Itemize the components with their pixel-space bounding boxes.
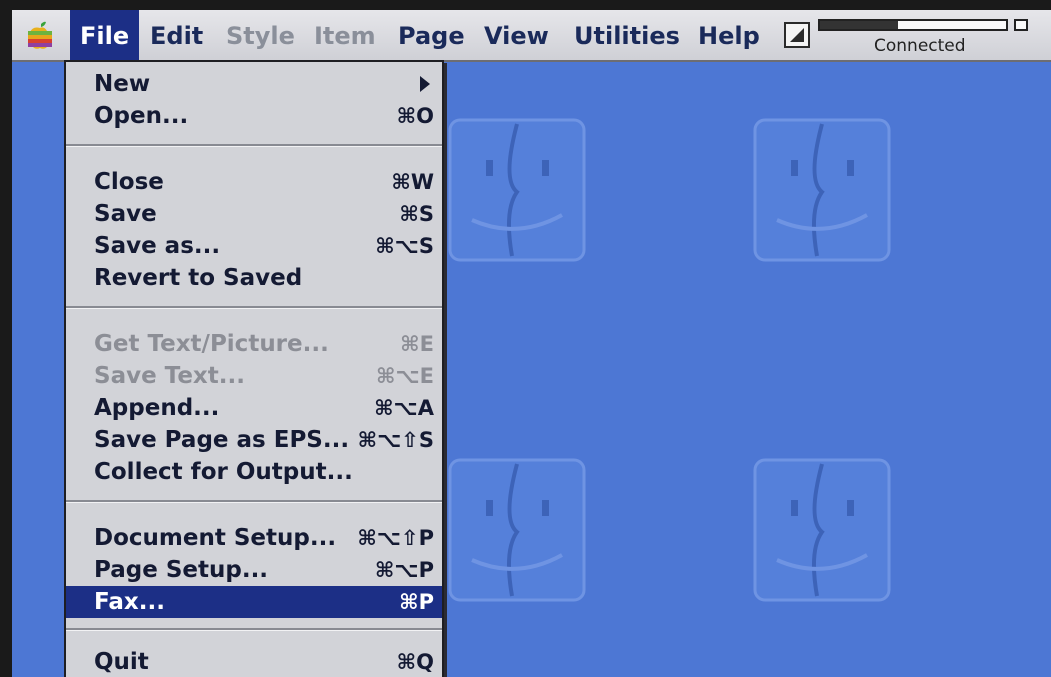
file-menu-dropdown: New Open... ⌘O Close ⌘W Save ⌘S Save as.… <box>64 60 444 677</box>
menu-item-revert-to-saved[interactable]: Revert to Saved <box>66 262 442 294</box>
screen: File Edit Style Item Page View Utilities… <box>12 10 1051 677</box>
menu-item-label: Fax... <box>94 589 165 615</box>
menu-item-label: Page Setup... <box>94 557 269 583</box>
menu-edit[interactable]: Edit <box>140 10 213 60</box>
menu-bar: File Edit Style Item Page View Utilities… <box>12 10 1051 62</box>
connection-progress-fill <box>820 21 899 29</box>
menu-item-shortcut: ⌘Q <box>396 650 434 674</box>
menu-item-shortcut: ⌘E <box>400 332 434 356</box>
menu-item-open[interactable]: Open... ⌘O <box>66 100 442 132</box>
menu-item-shortcut: ⌘⌥P <box>374 558 434 582</box>
finder-face-icon <box>442 450 592 610</box>
menu-separator <box>66 144 442 147</box>
menu-item-label: Collect for Output... <box>94 459 353 485</box>
menu-item-collect-for-output[interactable]: Collect for Output... <box>66 456 442 488</box>
menu-item-label: Close <box>94 169 164 195</box>
menu-item-append[interactable]: Append... ⌘⌥A <box>66 392 442 424</box>
connection-status: Connected <box>818 16 1028 56</box>
menu-item-label: Get Text/Picture... <box>94 331 329 357</box>
menu-item-label: New <box>94 71 151 97</box>
menu-item-label: Append... <box>94 395 220 421</box>
menu-item-quit[interactable]: Quit ⌘Q <box>66 646 442 677</box>
menu-view[interactable]: View <box>474 10 559 60</box>
menu-item-label: Save Page as EPS... <box>94 427 350 453</box>
menu-item-shortcut: ⌘⌥⇧S <box>357 428 434 452</box>
menu-help[interactable]: Help <box>688 10 770 60</box>
application-strip-icon[interactable] <box>784 22 810 48</box>
menu-item-shortcut: ⌘W <box>391 170 434 194</box>
menu-item-shortcut: ⌘⌥⇧P <box>357 526 434 550</box>
menu-item-get-text-picture[interactable]: Get Text/Picture... ⌘E <box>66 328 442 360</box>
connection-status-text: Connected <box>874 36 966 56</box>
menu-style[interactable]: Style <box>216 10 305 60</box>
submenu-arrow-icon <box>420 76 430 92</box>
menu-item-shortcut: ⌘O <box>396 104 434 128</box>
menu-item-close[interactable]: Close ⌘W <box>66 166 442 198</box>
menu-item-shortcut: ⌘P <box>399 590 434 614</box>
menu-item-document-setup[interactable]: Document Setup... ⌘⌥⇧P <box>66 522 442 554</box>
menu-item-label: Revert to Saved <box>94 265 303 291</box>
menu-item-save-page-as-eps[interactable]: Save Page as EPS... ⌘⌥⇧S <box>66 424 442 456</box>
finder-face-icon <box>747 450 897 610</box>
menu-item-shortcut: ⌘⌥E <box>375 364 434 388</box>
menu-item-label: Save as... <box>94 233 221 259</box>
connection-indicator-box <box>1014 19 1028 31</box>
menu-separator <box>66 628 442 631</box>
menu-item-fax[interactable]: Fax... ⌘P <box>66 586 442 618</box>
menu-item[interactable]: Item <box>304 10 386 60</box>
finder-face-icon <box>747 110 897 270</box>
menu-item-new[interactable]: New <box>66 68 442 100</box>
apple-menu-icon[interactable] <box>26 20 54 50</box>
menu-item-page-setup[interactable]: Page Setup... ⌘⌥P <box>66 554 442 586</box>
menu-item-save-text[interactable]: Save Text... ⌘⌥E <box>66 360 442 392</box>
menu-separator <box>66 500 442 503</box>
menu-item-save[interactable]: Save ⌘S <box>66 198 442 230</box>
menu-item-save-as[interactable]: Save as... ⌘⌥S <box>66 230 442 262</box>
connection-progress-bar <box>818 19 1008 31</box>
menu-item-label: Save Text... <box>94 363 245 389</box>
menu-item-shortcut: ⌘⌥S <box>375 234 434 258</box>
finder-face-icon <box>442 110 592 270</box>
menu-item-label: Document Setup... <box>94 525 337 551</box>
menu-separator <box>66 306 442 309</box>
menu-item-label: Save <box>94 201 157 227</box>
menu-item-label: Quit <box>94 649 149 675</box>
menu-item-shortcut: ⌘S <box>399 202 434 226</box>
menu-page[interactable]: Page <box>388 10 475 60</box>
menu-utilities[interactable]: Utilities <box>564 10 690 60</box>
menu-file[interactable]: File <box>70 10 140 60</box>
menu-item-shortcut: ⌘⌥A <box>374 396 434 420</box>
menu-item-label: Open... <box>94 103 189 129</box>
